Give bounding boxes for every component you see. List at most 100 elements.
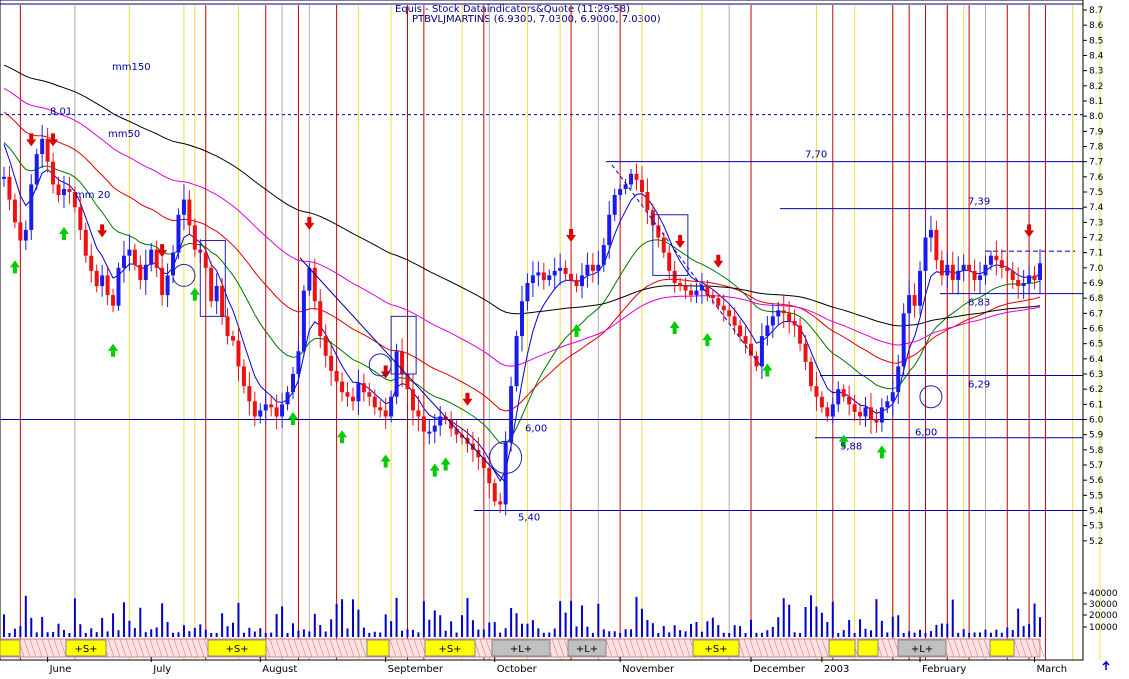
candle-body	[372, 396, 377, 408]
strip-signal-label: +S+	[74, 644, 97, 655]
candle-body	[356, 383, 361, 402]
candle-body	[612, 195, 617, 215]
candle-body	[863, 407, 868, 417]
candle-body	[40, 138, 45, 155]
candle-body	[165, 275, 170, 296]
candle-body	[852, 404, 857, 412]
candle-body	[121, 255, 126, 268]
candle-body	[116, 267, 121, 306]
candle-body	[492, 483, 497, 502]
x-month-label: December	[753, 664, 806, 675]
y-tick-label: 5.5	[1089, 491, 1103, 501]
candle-body	[83, 229, 88, 256]
price-chart: Equis - Stock Dataindicators&Quote (11:2…	[0, 0, 1129, 675]
candle-body	[258, 410, 263, 417]
candle-body	[759, 336, 764, 367]
candle-body	[590, 264, 595, 271]
candle-body	[825, 407, 830, 417]
candle-body	[301, 290, 306, 352]
candle-body	[983, 264, 988, 276]
x-month-label: March	[1037, 664, 1067, 675]
candle-body	[678, 283, 683, 287]
candle-body	[607, 214, 612, 246]
x-month-label: September	[388, 664, 444, 675]
y-tick-label: 5.6	[1089, 476, 1104, 486]
candle-body	[438, 416, 443, 426]
y-tick-label: 7.9	[1089, 127, 1104, 137]
y-tick-label: 6.2	[1089, 385, 1103, 395]
candle-body	[890, 392, 895, 402]
candle-body	[667, 252, 672, 271]
candle-body	[841, 389, 846, 397]
y-tick-label: 8.7	[1089, 6, 1103, 16]
candle-body	[879, 407, 884, 423]
candle-body	[558, 267, 563, 271]
candle-body	[432, 425, 437, 432]
candle-body	[569, 273, 574, 280]
candle-body	[127, 249, 132, 256]
chart-subtitle: PTBVLJMARTINS (6.9300, 7.0300, 6.9000, 7…	[412, 14, 661, 25]
candle-body	[269, 404, 274, 408]
candle-body	[176, 214, 181, 253]
candle-body	[972, 270, 977, 280]
candle-body	[350, 396, 355, 402]
candle-body	[563, 267, 568, 274]
candle-body	[541, 272, 546, 280]
price-level-label: 6,00	[525, 424, 547, 435]
candle-body	[749, 343, 754, 356]
y-tick-label: 8.0	[1089, 112, 1104, 122]
candle-body	[7, 176, 12, 200]
candle-body	[770, 316, 775, 326]
candle-body	[868, 407, 873, 420]
candle-body	[89, 255, 94, 271]
candle-body	[743, 336, 748, 344]
candle-body	[901, 313, 906, 367]
candle-body	[939, 260, 944, 276]
candle-body	[498, 501, 503, 505]
candle-body	[209, 267, 214, 302]
strip-segment	[989, 639, 1015, 657]
candle-body	[999, 260, 1004, 268]
candle-body	[934, 229, 939, 261]
candle-body	[323, 336, 328, 356]
y-tick-label: 7.0	[1089, 264, 1104, 274]
candle-body	[994, 255, 999, 261]
price-level-label: 5,40	[518, 513, 540, 524]
y-tick-label: 7.5	[1089, 188, 1103, 198]
candle-body	[547, 275, 552, 280]
candle-body	[781, 310, 786, 314]
candle-body	[629, 173, 634, 185]
candle-body	[847, 396, 852, 405]
candle-body	[1005, 267, 1010, 271]
candle-body	[274, 407, 279, 417]
strip-signal-label: +S+	[225, 644, 248, 655]
candle-body	[12, 199, 17, 223]
candle-body	[29, 184, 34, 230]
candle-body	[367, 392, 372, 397]
candle-body	[280, 404, 285, 417]
candle-body	[378, 407, 383, 411]
candle-body	[34, 154, 39, 185]
y-tick-label: 8.4	[1089, 52, 1104, 62]
candle-body	[596, 264, 601, 271]
candle-body	[340, 381, 345, 393]
candle-body	[18, 222, 23, 241]
candle-body	[23, 229, 28, 241]
strip-segment	[857, 639, 879, 657]
y-tick-label: 8.3	[1089, 67, 1103, 77]
candle-body	[754, 355, 759, 367]
x-month-label: 2003	[824, 664, 849, 675]
candle-body	[585, 264, 590, 276]
candle-body	[738, 325, 743, 337]
price-level-label: 7,70	[805, 150, 827, 161]
candle-body	[536, 272, 541, 276]
strip-signal-label: +L+	[576, 644, 598, 655]
candle-body	[978, 275, 983, 280]
strip-segment	[828, 639, 856, 657]
volume-tick-label: 10000	[1089, 623, 1118, 633]
candle-body	[241, 366, 246, 387]
candle-body	[51, 161, 56, 185]
candle-body	[601, 245, 606, 265]
candle-body	[808, 361, 813, 387]
candle-body	[765, 325, 770, 337]
